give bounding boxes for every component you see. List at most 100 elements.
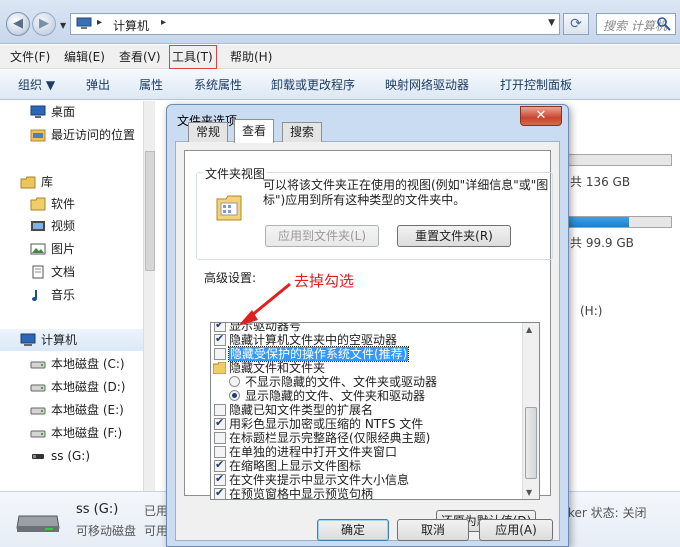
- radio-button[interactable]: [229, 376, 240, 387]
- map-network-drive-button[interactable]: 映射网络驱动器: [385, 70, 469, 100]
- organize-button[interactable]: 组织 ▼: [18, 70, 55, 100]
- reset-folders-button[interactable]: 重置文件夹(R): [397, 225, 511, 247]
- drive-h-label[interactable]: (H:): [580, 304, 602, 318]
- search-input[interactable]: 搜索 计算机: [596, 13, 676, 35]
- dialog-body: 常规 查看 搜索 文件夹视图 可以将该文件夹正在使用的视图(例如"详细信息"或"…: [175, 119, 560, 541]
- radio-button[interactable]: [229, 390, 240, 401]
- checkbox[interactable]: [214, 486, 226, 499]
- tab-search[interactable]: 搜索: [282, 122, 323, 142]
- setting-label: 隐藏计算机文件夹中的空驱动器: [229, 333, 398, 347]
- sidebar-item-label: 库: [41, 175, 54, 189]
- usb-drive-icon: [32, 454, 44, 459]
- apply-button[interactable]: 应用(A): [479, 519, 553, 541]
- apply-to-folders-button[interactable]: 应用到文件夹(L): [265, 225, 379, 247]
- breadcrumb-computer[interactable]: 计算机: [113, 17, 149, 34]
- scroll-up-icon[interactable]: ▲: [526, 325, 532, 334]
- navigation-pane: 桌面 最近访问的位置 库 软件 视频 图片 文档 音乐 计算机 本地磁盘 (C:…: [0, 101, 155, 491]
- menu-view[interactable]: 查看(V): [117, 45, 163, 69]
- checkbox[interactable]: [214, 404, 226, 416]
- tab-view[interactable]: 查看: [234, 119, 275, 143]
- back-arrow-icon: ◀: [13, 16, 23, 31]
- drive-capacity-text: 共 136 GB: [570, 175, 631, 189]
- sidebar-item-computer[interactable]: 计算机: [0, 329, 143, 351]
- scrollbar-thumb[interactable]: [525, 407, 537, 479]
- sidebar-item-drive-f[interactable]: 本地磁盘 (F:): [30, 422, 122, 444]
- uninstall-program-button[interactable]: 卸载或更改程序: [271, 70, 355, 100]
- menu-edit[interactable]: 编辑(E): [62, 45, 107, 69]
- checkbox[interactable]: [214, 472, 226, 486]
- checkbox[interactable]: [214, 323, 226, 332]
- tab-general[interactable]: 常规: [188, 122, 229, 142]
- advanced-list-scrollbar[interactable]: ▲ ▼: [522, 323, 539, 499]
- setting-label: 在标题栏显示完整路径(仅限经典主题): [229, 431, 431, 445]
- checkbox[interactable]: [214, 416, 226, 430]
- sidebar-item-drive-e[interactable]: 本地磁盘 (E:): [30, 399, 124, 421]
- scrollbar-thumb[interactable]: [145, 151, 155, 271]
- sidebar-item-label: 图片: [51, 242, 76, 256]
- checkbox[interactable]: [214, 446, 226, 458]
- sidebar-item-video[interactable]: 视频: [30, 215, 75, 237]
- sidebar-scrollbar[interactable]: [143, 101, 155, 491]
- video-icon: [31, 221, 45, 231]
- computer-icon: [76, 17, 92, 29]
- group-title: 文件夹视图: [203, 165, 268, 182]
- sidebar-item-library[interactable]: 库: [20, 171, 53, 193]
- open-control-panel-button[interactable]: 打开控制面板: [500, 70, 572, 100]
- command-bar: 组织 ▼ 弹出 属性 系统属性 卸载或更改程序 映射网络驱动器 打开控制面板: [0, 70, 680, 100]
- folder-icon: [213, 362, 226, 374]
- breadcrumb-separator-icon[interactable]: ▸: [97, 17, 102, 28]
- menu-file[interactable]: 文件(F): [8, 45, 52, 69]
- sidebar-item-recent-places[interactable]: 最近访问的位置: [30, 124, 135, 146]
- checkbox[interactable]: [214, 348, 226, 360]
- back-button[interactable]: ◀: [6, 12, 30, 36]
- breadcrumb-separator-icon[interactable]: ▸: [161, 17, 166, 28]
- setting-label: 显示隐藏的文件、文件夹和驱动器: [245, 389, 426, 403]
- checkbox[interactable]: [214, 432, 226, 444]
- recent-pages-dropdown-icon[interactable]: ▼: [60, 21, 66, 30]
- computer-icon: [20, 333, 36, 346]
- setting-label: 在预览窗格中显示预览句柄: [229, 487, 374, 500]
- properties-button[interactable]: 属性: [139, 70, 163, 100]
- system-properties-button[interactable]: 系统属性: [194, 70, 242, 100]
- setting-label: 在单独的进程中打开文件夹窗口: [229, 445, 398, 459]
- sidebar-item-software[interactable]: 软件: [30, 193, 75, 215]
- address-field[interactable]: ▸ 计算机 ▸ ▼: [70, 13, 560, 35]
- menu-tools[interactable]: 工具(T): [169, 45, 217, 69]
- address-dropdown-icon[interactable]: ▼: [548, 18, 555, 28]
- menu-help[interactable]: 帮助(H): [228, 45, 274, 69]
- checkbox[interactable]: [214, 332, 226, 346]
- refresh-button[interactable]: ⟳: [563, 13, 589, 35]
- music-icon: [32, 290, 37, 301]
- close-icon: ✕: [535, 108, 547, 123]
- sidebar-item-music[interactable]: 音乐: [30, 284, 75, 306]
- forward-button[interactable]: ▶: [32, 12, 56, 36]
- annotation-arrow-icon: [238, 282, 291, 326]
- folder-view-group: 文件夹视图 可以将该文件夹正在使用的视图(例如"详细信息"或"图标")应用到所有…: [196, 165, 553, 260]
- drive-icon: [30, 430, 46, 438]
- cancel-button[interactable]: 取消: [397, 519, 469, 541]
- sidebar-item-drive-d[interactable]: 本地磁盘 (D:): [30, 376, 125, 398]
- drive-usage-bar: [560, 154, 672, 166]
- eject-button[interactable]: 弹出: [86, 70, 110, 100]
- folder-icon: [30, 197, 46, 211]
- sidebar-item-drive-c[interactable]: 本地磁盘 (C:): [30, 353, 125, 375]
- close-button[interactable]: ✕: [520, 106, 562, 126]
- sidebar-item-label: 文档: [51, 265, 76, 279]
- free-space-label: 可用: [144, 524, 169, 538]
- menu-bar: 文件(F) 编辑(E) 查看(V) 工具(T) 帮助(H): [0, 45, 680, 69]
- scroll-down-icon[interactable]: ▼: [526, 488, 532, 497]
- used-space-label: 已用: [144, 504, 169, 518]
- setting-label: 在缩略图上显示文件图标: [229, 459, 362, 473]
- usb-drive-icon: [16, 515, 60, 532]
- drive-icon: [30, 407, 46, 415]
- sidebar-item-label: 最近访问的位置: [51, 128, 136, 142]
- refresh-icon: ⟳: [570, 16, 582, 32]
- sidebar-item-documents[interactable]: 文档: [30, 261, 75, 283]
- sidebar-item-desktop[interactable]: 桌面: [30, 101, 75, 123]
- sidebar-item-drive-g[interactable]: ss (G:): [30, 445, 90, 467]
- drive-usage-fill: [561, 217, 630, 227]
- bitlocker-status: ker 状态: 关闭: [568, 506, 647, 520]
- sidebar-item-pictures[interactable]: 图片: [30, 238, 75, 260]
- ok-button[interactable]: 确定: [317, 519, 389, 541]
- checkbox[interactable]: [214, 458, 226, 472]
